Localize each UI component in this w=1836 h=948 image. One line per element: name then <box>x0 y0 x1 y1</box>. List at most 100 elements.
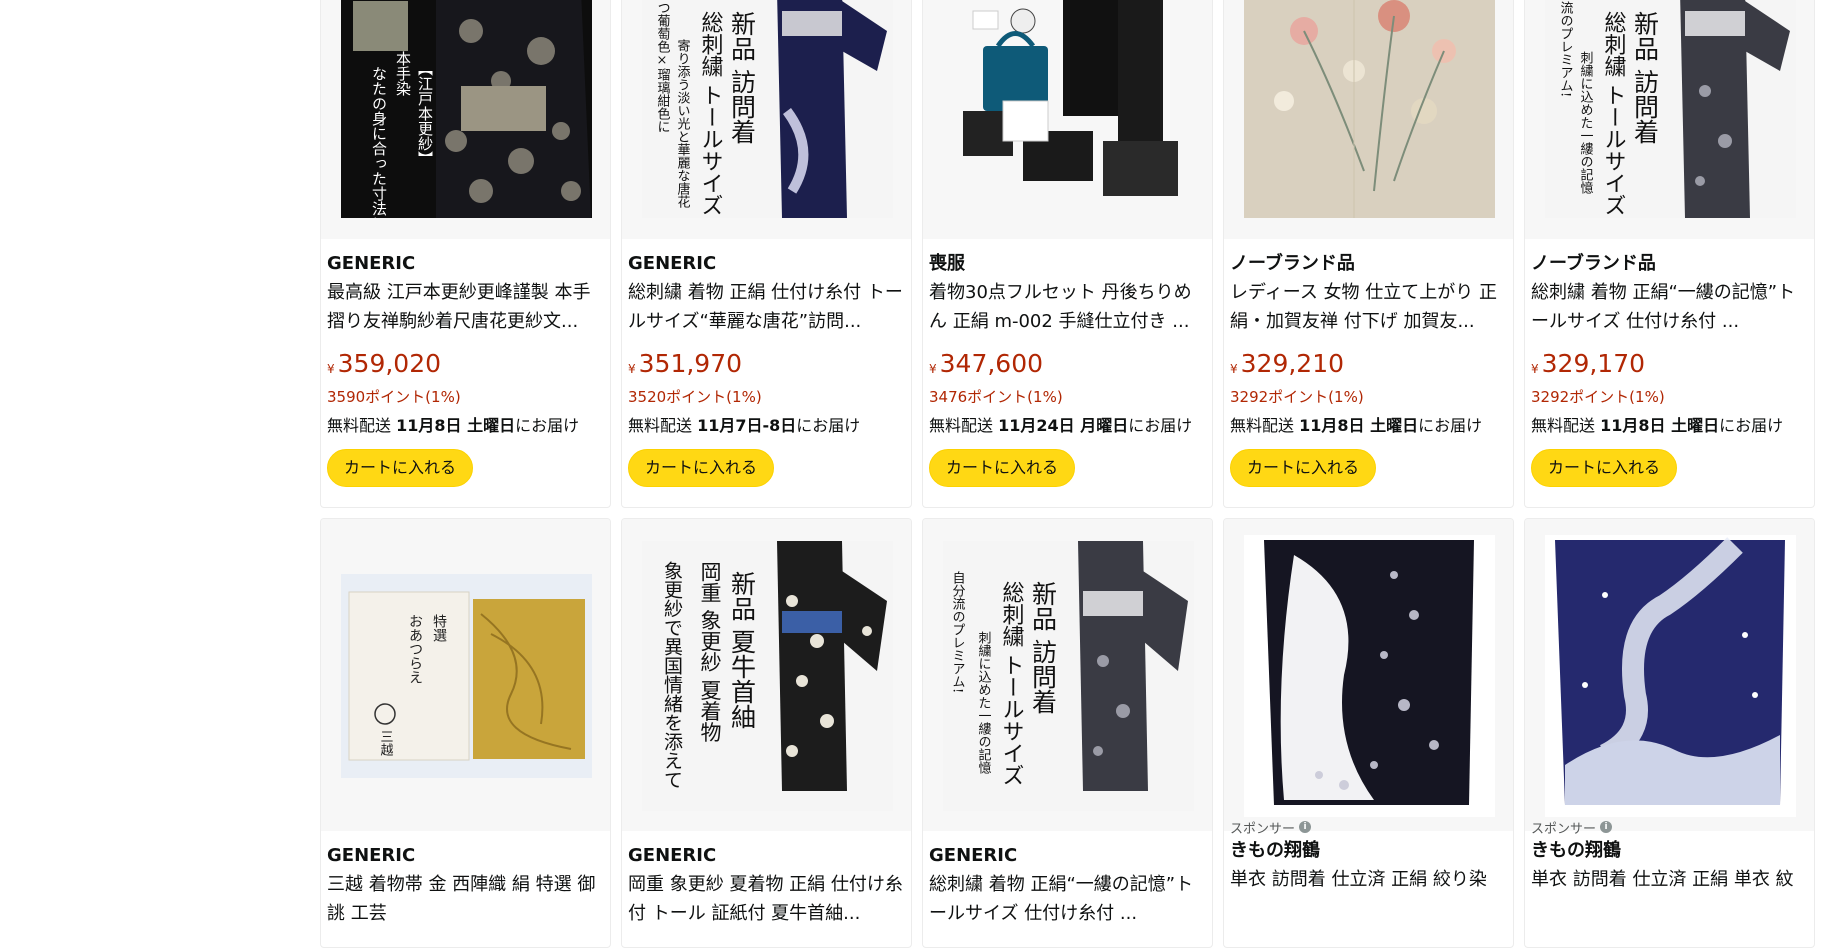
product-title-link[interactable]: 岡重 象更紗 夏着物 正絹 仕付け糸付 トール 証紙付 夏牛首紬... <box>628 870 907 928</box>
add-to-cart-button[interactable]: カートに入れる <box>1531 449 1678 487</box>
product-points: 3590ポイント(1%) <box>327 388 461 406</box>
price-value: 329,210 <box>1240 349 1345 378</box>
product-price[interactable]: ¥347,600 <box>929 349 1208 381</box>
product-image[interactable]: 新品 訪問着 総刺繍 トールサイズ 寄り添う淡い光と華麗な唐花 つ葡萄色×瑠璃紺… <box>642 0 893 218</box>
product-points: 3476ポイント(1%) <box>929 388 1063 406</box>
delivery-suffix: にお届け <box>1418 416 1483 435</box>
product-image-area[interactable]: なたの身に合った寸法に 本手染 【江戸本更紗】 <box>321 0 610 239</box>
product-info: ノーブランド品 レディース 女物 仕立て上がり 正絹・加賀友禅 付下げ 加賀友.… <box>1230 252 1509 487</box>
sponsored-text: スポンサー <box>1230 821 1296 837</box>
product-image-area[interactable]: 特選 おあつらえ 三越 <box>321 519 610 831</box>
product-image-area[interactable]: 新品 訪問着 総刺繍 トールサイズ 寄り添う淡い光と華麗な唐花 つ葡萄色×瑠璃紺… <box>622 0 911 239</box>
sponsored-label[interactable]: スポンサー i <box>1230 818 1509 837</box>
product-image-area[interactable]: 新品 訪問着 総刺繍 トールサイズ 刺繍に込めた一縷の記憶 自分流のプレミアム! <box>923 519 1212 831</box>
add-to-cart-button[interactable]: カートに入れる <box>929 449 1076 487</box>
product-image[interactable]: なたの身に合った寸法に 本手染 【江戸本更紗】 <box>341 0 592 218</box>
product-image[interactable] <box>1244 0 1495 218</box>
delivery-date: 11月8日 土曜日 <box>1600 416 1720 435</box>
info-icon[interactable]: i <box>1600 821 1613 833</box>
product-points: 3520ポイント(1%) <box>628 388 762 406</box>
image-caption: 新品 訪問着 <box>728 11 757 144</box>
product-price[interactable]: ¥329,210 <box>1230 349 1509 381</box>
product-image[interactable] <box>1545 535 1796 817</box>
product-card[interactable]: 新品 訪問着 総刺繍 トールサイズ 刺繍に込めた一縷の記憶 自分流のプレミアム!… <box>922 518 1213 948</box>
currency-symbol: ¥ <box>929 362 937 376</box>
product-image-area[interactable] <box>923 0 1212 239</box>
product-image-area[interactable]: 新品 訪問着 総刺繍 トールサイズ 刺繍に込めた一縷の記憶 流のプレミアム! <box>1525 0 1814 239</box>
currency-symbol: ¥ <box>1531 362 1539 376</box>
product-title-link[interactable]: 総刺繍 着物 正絹“一縷の記憶”トールサイズ 仕付け糸付 ... <box>1531 278 1810 336</box>
product-image[interactable]: 特選 おあつらえ 三越 <box>341 574 592 778</box>
image-caption: 新品 訪問着 <box>1631 11 1660 144</box>
product-title-link[interactable]: 総刺繍 着物 正絹 仕付け糸付 トールサイズ“華麗な唐花”訪問... <box>628 278 907 336</box>
product-title-link[interactable]: 三越 着物帯 金 西陣織 絹 特選 御誂 工芸 <box>327 870 606 928</box>
add-to-cart-button[interactable]: カートに入れる <box>1230 449 1377 487</box>
product-image[interactable]: 新品 訪問着 総刺繍 トールサイズ 刺繍に込めた一縷の記憶 流のプレミアム! <box>1545 0 1796 218</box>
product-brand: GENERIC <box>327 253 416 274</box>
product-image-area[interactable]: 新品 夏牛首紬 岡重 象更紗 夏着物 象更紗で異国情緒を添えて <box>622 519 911 831</box>
image-caption: 総刺繍 トールサイズ <box>698 11 724 216</box>
delivery-prefix: 無料配送 <box>929 416 999 435</box>
product-image-area[interactable] <box>1224 519 1513 831</box>
product-brand: GENERIC <box>628 845 717 866</box>
product-image-area[interactable] <box>1525 519 1814 831</box>
product-price[interactable]: ¥351,970 <box>628 349 907 381</box>
delivery-prefix: 無料配送 <box>1230 416 1300 435</box>
image-caption: 新品 訪問着 <box>1029 581 1058 714</box>
image-caption: 寄り添う淡い光と華麗な唐花 <box>675 38 691 209</box>
image-caption: 総刺繍 トールサイズ <box>1601 11 1627 216</box>
currency-symbol: ¥ <box>1230 362 1238 376</box>
image-caption: 三越 <box>378 730 394 757</box>
product-image[interactable] <box>1244 535 1495 817</box>
product-info: ノーブランド品 総刺繍 着物 正絹“一縷の記憶”トールサイズ 仕付け糸付 ...… <box>1531 252 1810 487</box>
add-to-cart-button[interactable]: カートに入れる <box>327 449 474 487</box>
product-brand: GENERIC <box>929 845 1018 866</box>
currency-symbol: ¥ <box>628 362 636 376</box>
image-caption: 特選 <box>431 614 447 643</box>
product-price[interactable]: ¥329,170 <box>1531 349 1810 381</box>
price-value: 329,170 <box>1541 349 1646 378</box>
sponsored-label[interactable]: スポンサー i <box>1531 818 1810 837</box>
product-title-link[interactable]: レディース 女物 仕立て上がり 正絹・加賀友禅 付下げ 加賀友... <box>1230 278 1509 336</box>
product-card[interactable]: ノーブランド品 レディース 女物 仕立て上がり 正絹・加賀友禅 付下げ 加賀友.… <box>1223 0 1514 508</box>
product-card[interactable]: 喪服 着物30点フルセット 丹後ちりめん 正絹 m-002 手縫仕立付き ...… <box>922 0 1213 508</box>
image-caption: 象更紗で異国情緒を添えて <box>661 561 683 789</box>
product-card[interactable]: 新品 夏牛首紬 岡重 象更紗 夏着物 象更紗で異国情緒を添えて GENERIC … <box>621 518 912 948</box>
delivery-date: 11月24日 月曜日 <box>998 416 1129 435</box>
product-card[interactable]: なたの身に合った寸法に 本手染 【江戸本更紗】 GENERIC 最高級 江戸本更… <box>320 0 611 508</box>
price-value: 359,020 <box>337 349 442 378</box>
delivery-suffix: にお届け <box>1719 416 1784 435</box>
product-card[interactable]: スポンサー i きもの翔鶴 単衣 訪問着 仕立済 正絹 単衣 紋 <box>1524 518 1815 948</box>
product-title-link[interactable]: 単衣 訪問着 仕立済 正絹 絞り染 <box>1230 865 1509 923</box>
product-title-link[interactable]: 着物30点フルセット 丹後ちりめん 正絹 m-002 手縫仕立付き ... <box>929 278 1208 336</box>
image-caption: おあつらえ <box>407 614 423 684</box>
product-image[interactable]: 新品 訪問着 総刺繍 トールサイズ 刺繍に込めた一縷の記憶 自分流のプレミアム! <box>943 541 1194 811</box>
product-title-link[interactable]: 総刺繍 着物 正絹“一縷の記憶”トールサイズ 仕付け糸付 ... <box>929 870 1208 928</box>
product-title-link[interactable]: 最高級 江戸本更紗更峰謹製 本手摺り友禅駒紗着尺唐花更紗文... <box>327 278 606 336</box>
delivery-date: 11月8日 土曜日 <box>396 416 516 435</box>
delivery-prefix: 無料配送 <box>1531 416 1601 435</box>
delivery-date: 11月7日-8日 <box>697 416 797 435</box>
product-brand: きもの翔鶴 <box>1531 840 1621 861</box>
image-caption: つ葡萄色×瑠璃紺色に <box>655 1 671 133</box>
currency-symbol: ¥ <box>327 362 335 376</box>
product-info: スポンサー i きもの翔鶴 単衣 訪問着 仕立済 正絹 絞り染 <box>1230 818 1509 923</box>
product-card[interactable]: スポンサー i きもの翔鶴 単衣 訪問着 仕立済 正絹 絞り染 <box>1223 518 1514 948</box>
product-image[interactable] <box>943 0 1194 218</box>
image-caption: 自分流のプレミアム! <box>950 571 966 693</box>
product-info: GENERIC 三越 着物帯 金 西陣織 絹 特選 御誂 工芸 <box>327 844 606 928</box>
image-caption: 刺繍に込めた一縷の記憶 <box>976 631 992 774</box>
product-title-link[interactable]: 単衣 訪問着 仕立済 正絹 単衣 紋 <box>1531 865 1810 923</box>
add-to-cart-button[interactable]: カートに入れる <box>628 449 775 487</box>
info-icon[interactable]: i <box>1299 821 1312 833</box>
image-caption: 総刺繍 トールサイズ <box>999 581 1025 786</box>
product-image[interactable]: 新品 夏牛首紬 岡重 象更紗 夏着物 象更紗で異国情緒を添えて <box>642 541 893 811</box>
product-info: GENERIC 岡重 象更紗 夏着物 正絹 仕付け糸付 トール 証紙付 夏牛首紬… <box>628 844 907 928</box>
delivery-info: 無料配送 11月8日 土曜日にお届け <box>327 415 606 437</box>
product-image-area[interactable] <box>1224 0 1513 239</box>
product-card[interactable]: 特選 おあつらえ 三越 GENERIC 三越 着物帯 金 西陣織 絹 特選 御誂… <box>320 518 611 948</box>
product-price[interactable]: ¥359,020 <box>327 349 606 381</box>
image-caption: 流のプレミアム! <box>1558 1 1574 97</box>
product-card[interactable]: 新品 訪問着 総刺繍 トールサイズ 刺繍に込めた一縷の記憶 流のプレミアム! ノ… <box>1524 0 1815 508</box>
product-card[interactable]: 新品 訪問着 総刺繍 トールサイズ 寄り添う淡い光と華麗な唐花 つ葡萄色×瑠璃紺… <box>621 0 912 508</box>
